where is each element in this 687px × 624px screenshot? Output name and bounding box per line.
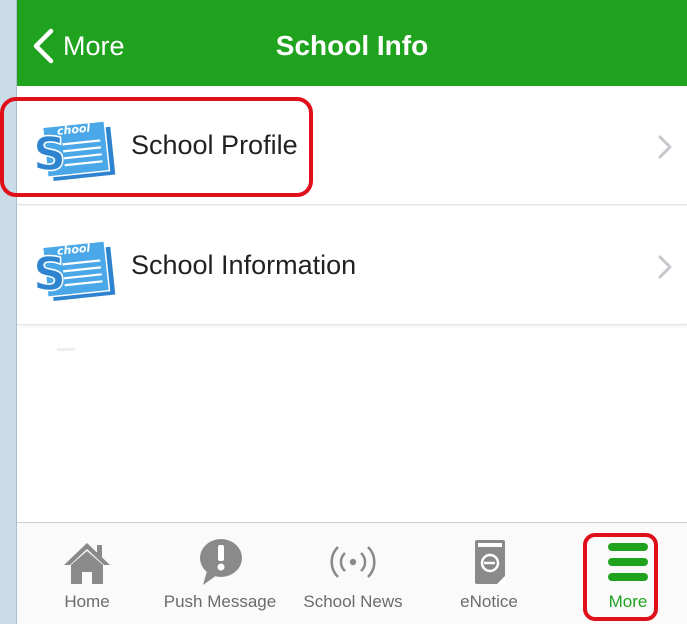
list-item-label: School Information (131, 250, 357, 280)
device-frame-edge (0, 0, 17, 624)
enotice-icon (475, 540, 505, 584)
navigation-bar: More School Info (17, 0, 687, 86)
school-document-icon: S chool (32, 240, 116, 302)
chevron-right-icon (658, 135, 672, 159)
list-item-school-information[interactable]: S chool School Information (17, 206, 687, 325)
tab-more[interactable]: More (588, 523, 668, 624)
tab-push-message[interactable]: Push Message (155, 523, 285, 624)
app-screen: More School Info S chool School Profile (17, 0, 687, 624)
tab-school-news[interactable]: School News (293, 523, 413, 624)
school-document-icon: S chool (32, 120, 116, 182)
home-icon (64, 543, 110, 584)
chevron-right-icon (658, 255, 672, 279)
tab-label: eNotice (460, 592, 518, 611)
tab-enotice[interactable]: eNotice (449, 523, 529, 624)
list-item-school-profile[interactable]: S chool School Profile (17, 86, 687, 205)
tab-label: Push Message (163, 592, 277, 611)
broadcast-icon (330, 546, 376, 578)
list-item-label: School Profile (131, 130, 298, 160)
tab-home[interactable]: Home (47, 523, 127, 624)
school-info-list: S chool School Profile S chool School In… (17, 86, 687, 326)
page-title: School Info (275, 30, 429, 61)
tab-label: More (608, 592, 648, 611)
menu-icon (608, 543, 648, 581)
tab-label: School News (303, 592, 403, 611)
divider-mark (57, 348, 75, 351)
tab-label: Home (64, 592, 110, 611)
push-message-icon (200, 539, 242, 585)
tab-bar: Home Push Message School News eNotice Mo… (17, 522, 687, 624)
